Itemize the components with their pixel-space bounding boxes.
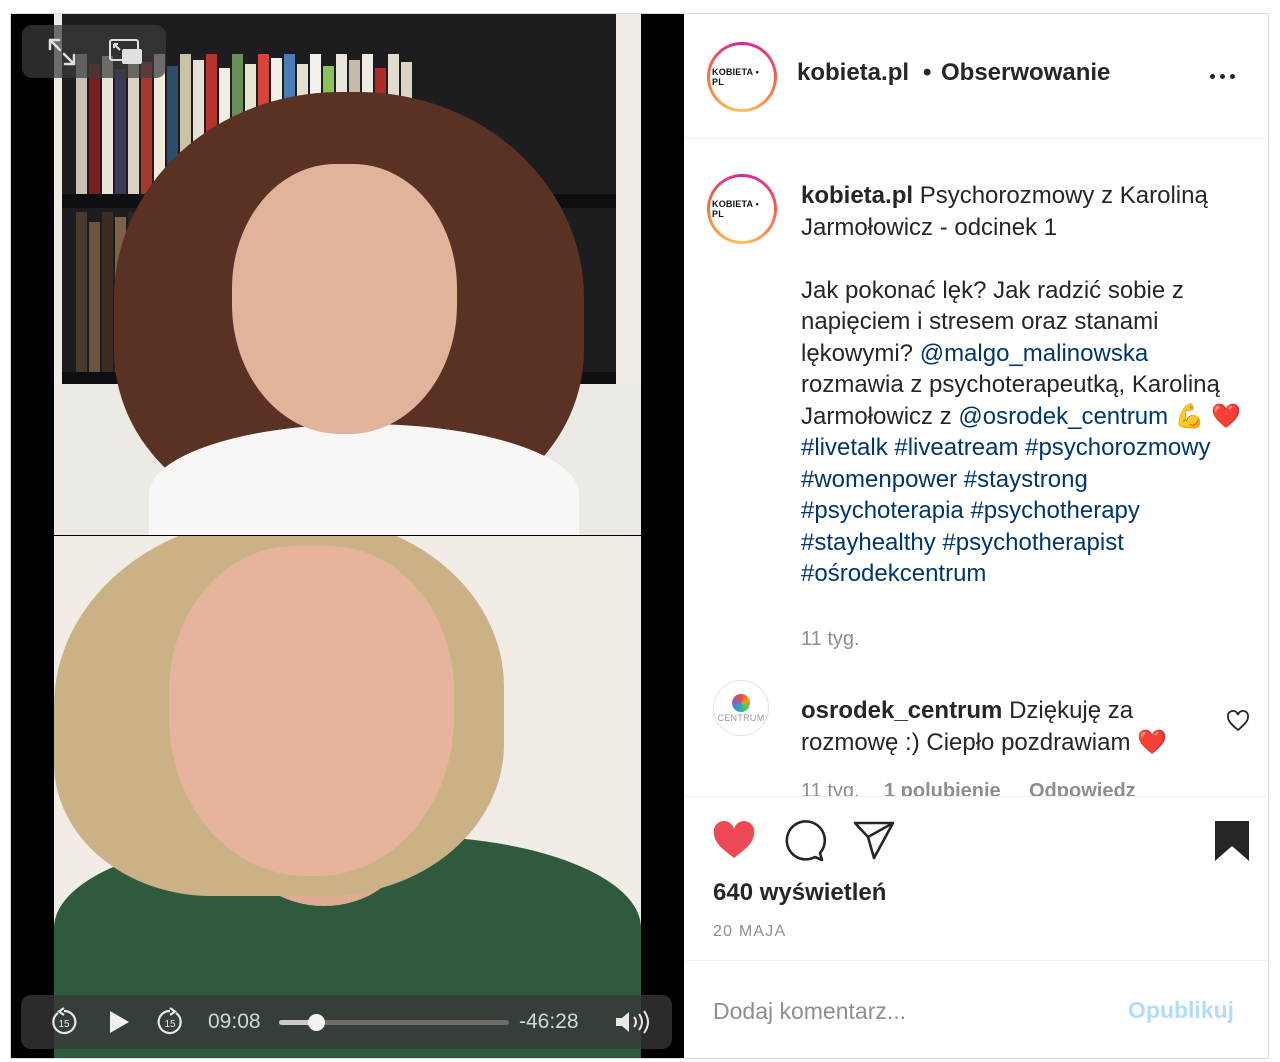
author-avatar[interactable]: KOBIETA • PL — [707, 42, 777, 112]
skip-forward-label: 15 — [164, 1019, 176, 1030]
more-options-icon[interactable] — [1210, 74, 1235, 79]
video-top-controls — [22, 25, 166, 78]
comment-text: osrodek_centrum Dziękuję za rozmowę :) C… — [801, 695, 1201, 758]
volume-icon[interactable] — [611, 995, 655, 1049]
post-sidebar: KOBIETA • PL kobieta.pl • Obserwowanie K… — [684, 14, 1268, 1058]
comment-reply-text: Odpowiedz — [1029, 780, 1136, 796]
skip-back-label: 15 — [58, 1019, 70, 1030]
like-icon[interactable] — [710, 817, 758, 865]
author-username[interactable]: kobieta.pl — [797, 59, 909, 87]
video-player[interactable]: 15 15 09:08 -46:28 — [11, 14, 684, 1058]
person-bottom-face — [169, 546, 454, 876]
centrum-logo-icon — [732, 693, 750, 712]
comment-likes-text: 1 polubienie — [884, 780, 1001, 796]
elapsed-time: 09:08 — [208, 1010, 261, 1033]
video-feed-top — [54, 14, 641, 535]
comments-section: KOBIETA • PL kobieta.pl Psychorozmowy z … — [684, 140, 1268, 796]
remaining-time: -46:28 — [519, 1010, 579, 1033]
avatar-logo-text: KOBIETA • PL — [710, 177, 774, 241]
comment-icon[interactable] — [780, 817, 828, 865]
view-count[interactable]: 640 wyświetleń — [713, 879, 886, 907]
caption-username[interactable]: kobieta.pl — [801, 182, 913, 209]
save-bookmark-icon[interactable] — [1208, 817, 1256, 865]
post-actions: 640 wyświetleń 20 MAJA — [684, 796, 1268, 961]
post-header: KOBIETA • PL kobieta.pl • Obserwowanie — [684, 14, 1268, 139]
progress-knob[interactable] — [308, 1014, 326, 1031]
play-button[interactable] — [97, 995, 141, 1049]
video-control-bar: 15 15 09:08 -46:28 — [21, 995, 672, 1049]
caption-author-avatar[interactable]: KOBIETA • PL — [707, 174, 777, 244]
share-icon[interactable] — [850, 817, 898, 865]
skip-back-15-icon[interactable]: 15 — [43, 995, 85, 1049]
follow-status-button[interactable]: Obserwowanie — [941, 59, 1110, 87]
person-top-face — [232, 164, 457, 434]
fullscreen-icon[interactable] — [40, 32, 84, 72]
caption-timestamp[interactable]: 11 tyg. — [801, 628, 860, 651]
progress-slider[interactable] — [279, 1014, 509, 1031]
comment-timestamp[interactable]: 11 tyg. — [801, 780, 860, 796]
mention-link[interactable]: @malgo_malinowska — [920, 340, 1148, 367]
comment-like-icon[interactable] — [1226, 710, 1250, 737]
hashtag-links[interactable]: #livetalk #liveatream #psychorozmowy #wo… — [801, 434, 1211, 587]
add-comment-bar: Opublikuj — [684, 961, 1268, 1058]
commenter-avatar-text: CENTRUM — [717, 712, 765, 723]
separator-dot: • — [923, 59, 932, 86]
mention-link[interactable]: @osrodek_centrum — [958, 403, 1168, 430]
commenter-avatar[interactable]: CENTRUM — [713, 680, 769, 736]
post-date[interactable]: 20 MAJA — [713, 923, 786, 941]
publish-button[interactable]: Opublikuj — [1128, 997, 1234, 1024]
play-icon — [110, 1011, 129, 1033]
avatar-logo-text: KOBIETA • PL — [710, 45, 774, 109]
video-feed-bottom — [54, 536, 641, 1058]
comment-reply-button[interactable]: Odpowiedz — [1029, 780, 1136, 796]
caption-emoji: 💪 ❤️ — [1168, 402, 1242, 430]
comment-input[interactable] — [713, 991, 1113, 1031]
comment-likes[interactable]: 1 polubienie — [884, 780, 1001, 796]
skip-forward-15-icon[interactable]: 15 — [149, 995, 191, 1049]
post-caption: kobieta.pl Psychorozmowy z Karoliną Jarm… — [801, 180, 1251, 590]
post-modal: 15 15 09:08 -46:28 KOBIETA • PL kobieta.… — [10, 13, 1269, 1059]
commenter-username[interactable]: osrodek_centrum — [801, 697, 1002, 724]
picture-in-picture-icon[interactable] — [104, 32, 148, 72]
